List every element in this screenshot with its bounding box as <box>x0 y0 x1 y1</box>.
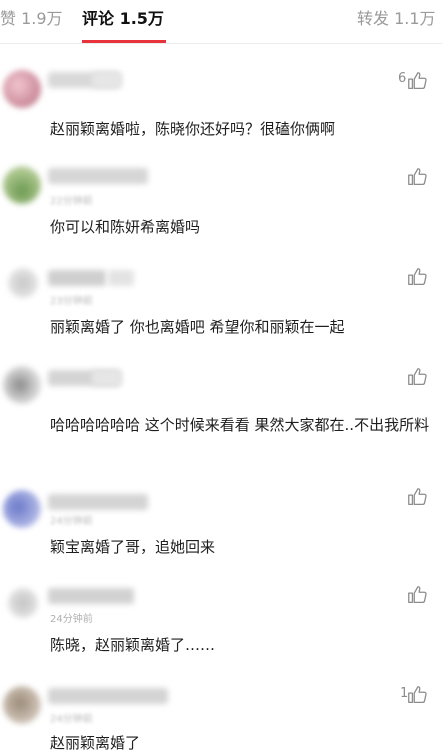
thumbs-up-icon[interactable] <box>406 684 428 706</box>
comment-item: 22分钟前 你可以和陈妍希离婚吗 <box>0 162 442 242</box>
avatar[interactable] <box>3 490 41 528</box>
comment-text: 丽颖离婚了 你也离婚吧 希望你和丽颖在一起 <box>50 318 345 336</box>
comment-item: 6 赵丽颖离婚啦，陈晓你还好吗？很磕你俩啊 <box>0 66 442 146</box>
comment-time: 24分钟前 <box>50 714 93 725</box>
comment-item: 23分钟前 丽颖离婚了 你也离婚吧 希望你和丽颖在一起 <box>0 264 442 344</box>
username-blurred[interactable] <box>48 588 134 604</box>
comment-text: 哈哈哈哈哈哈 这个时候来看看 果然大家都在..不出我所料 <box>50 416 430 434</box>
username-blurred <box>108 270 134 286</box>
tab-comments[interactable]: 评论 1.5万 <box>82 8 164 30</box>
comment-time: 23分钟前 <box>50 296 93 307</box>
tab-divider <box>0 43 442 44</box>
avatar[interactable] <box>3 70 41 108</box>
avatar[interactable] <box>3 166 41 204</box>
comment-item: 哈哈哈哈哈哈 这个时候来看看 果然大家都在..不出我所料 <box>0 364 442 470</box>
tab-bar: 赞 1.9万 评论 1.5万 转发 1.1万 <box>0 0 442 44</box>
thumbs-up-icon[interactable] <box>406 166 428 188</box>
thumbs-up-icon[interactable] <box>406 486 428 508</box>
comment-text: 颖宝离婚了哥，追她回来 <box>50 538 216 556</box>
comment-time: 24分钟前 <box>50 614 93 625</box>
avatar[interactable] <box>8 268 38 298</box>
avatar[interactable] <box>3 366 41 404</box>
username-blurred <box>92 370 122 386</box>
comment-item: 24分钟前 1 赵丽颖离婚了 <box>0 682 442 752</box>
username-blurred[interactable] <box>48 688 168 704</box>
thumbs-up-icon[interactable] <box>406 366 428 388</box>
username-blurred[interactable] <box>48 168 148 184</box>
thumbs-up-icon[interactable] <box>406 70 428 92</box>
avatar[interactable] <box>3 686 41 724</box>
avatar[interactable] <box>8 588 38 618</box>
comment-text: 你可以和陈妍希离婚吗 <box>50 218 201 236</box>
comment-time: 22分钟前 <box>50 196 93 207</box>
username-blurred <box>92 72 122 88</box>
comment-text: 赵丽颖离婚了 <box>50 734 141 752</box>
thumbs-up-icon[interactable] <box>406 266 428 288</box>
comment-item: 24分钟前 陈晓，赵丽颖离婚了…… <box>0 584 442 664</box>
tab-reposts[interactable]: 转发 1.1万 <box>357 8 436 30</box>
comment-time: 24分钟前 <box>50 516 93 527</box>
comment-text: 陈晓，赵丽颖离婚了…… <box>50 636 216 654</box>
comment-text: 赵丽颖离婚啦，陈晓你还好吗？很磕你俩啊 <box>50 120 336 138</box>
thumbs-up-icon[interactable] <box>406 584 428 606</box>
tab-likes[interactable]: 赞 1.9万 <box>0 8 63 30</box>
comment-item: 24分钟前 颖宝离婚了哥，追她回来 <box>0 486 442 566</box>
username-blurred[interactable] <box>48 270 106 286</box>
username-blurred[interactable] <box>48 494 148 510</box>
